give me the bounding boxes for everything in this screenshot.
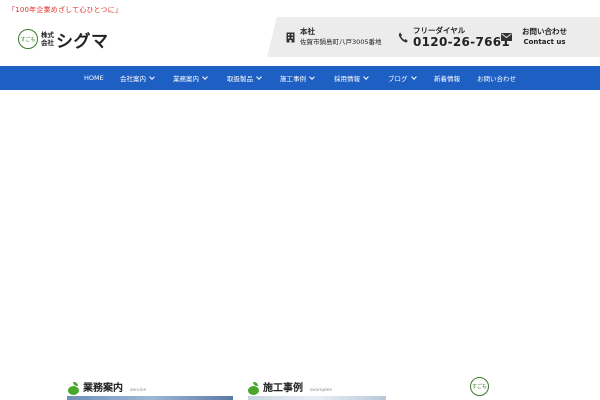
office-address: 佐賀市鍋島町八戸3005番地 [300, 38, 382, 46]
chevron-down-icon [202, 74, 208, 80]
header-info-bar: 本社 佐賀市鍋島町八戸3005番地 フリーダイヤル 0120-26-7661 お… [267, 17, 600, 57]
nav-item-label: 取扱製品 [227, 75, 253, 83]
chevron-down-icon [410, 74, 417, 80]
service-subtitle: service [130, 388, 147, 393]
logo-kabushiki-bottom: 会社 [41, 39, 54, 47]
nav-item-blog[interactable]: ブログ [388, 66, 417, 90]
apple-icon [68, 382, 80, 395]
hero-area [0, 90, 600, 370]
examples-section-heading: 施工事例 examples [248, 377, 332, 395]
logo-kabushiki-top: 株式 [41, 31, 54, 39]
chevron-down-icon [256, 74, 262, 80]
chevron-down-icon [149, 74, 155, 80]
nav-item-company[interactable]: 会社案内 [120, 66, 155, 90]
service-title: 業務案内 [83, 383, 123, 394]
sugomo-badge-icon[interactable]: すごも [470, 377, 489, 396]
chevron-down-icon [363, 74, 369, 80]
nav-item-news[interactable]: 新着情報 [434, 66, 460, 90]
phone-info[interactable]: フリーダイヤル 0120-26-7661 [397, 17, 510, 57]
examples-image[interactable] [248, 396, 386, 400]
contact-info[interactable]: お問い合わせ Contact us [500, 17, 567, 57]
chevron-down-icon [309, 74, 315, 80]
phone-title: フリーダイヤル [413, 25, 466, 35]
nav-item-label: お問い合わせ [477, 75, 516, 83]
nav-item-home[interactable]: HOME [84, 66, 104, 90]
office-info: 本社 佐賀市鍋島町八戸3005番地 [284, 17, 382, 57]
nav-item-label: 採用情報 [334, 75, 360, 83]
nav-item-contact[interactable]: お問い合わせ [477, 66, 516, 90]
nav-item-label: 会社案内 [120, 75, 146, 83]
logo-company-name: シグマ [56, 31, 109, 52]
nav-item-label: HOME [84, 74, 104, 82]
mail-icon [500, 33, 512, 41]
company-logo[interactable]: すごも 株式 会社 シグマ [18, 27, 109, 52]
phone-number[interactable]: 0120-26-7661 [413, 35, 510, 49]
nav-item-label: ブログ [388, 75, 408, 83]
office-title: 本社 [300, 27, 315, 36]
nav-item-label: 業務案内 [173, 75, 199, 83]
examples-subtitle: examples [310, 388, 332, 393]
examples-title: 施工事例 [263, 383, 303, 394]
contact-title: お問い合わせ [522, 27, 567, 36]
main-nav: HOME 会社案内 業務案内 取扱製品 施工事例 採用情報 ブログ 新着情報 お… [0, 66, 600, 90]
building-icon [284, 32, 296, 43]
apple-icon [248, 382, 260, 395]
service-image[interactable] [67, 396, 233, 400]
logo-mark-icon: すごも [18, 29, 38, 49]
service-section-heading: 業務案内 service [68, 377, 146, 395]
contact-subtitle: Contact us [523, 38, 566, 46]
logo-kabushiki: 株式 会社 [41, 31, 54, 47]
nav-item-products[interactable]: 取扱製品 [227, 66, 262, 90]
tagline: 「100年企業めざして心ひとつに」 [8, 6, 123, 14]
nav-item-label: 新着情報 [434, 75, 460, 83]
nav-item-service[interactable]: 業務案内 [173, 66, 208, 90]
nav-item-label: 施工事例 [280, 75, 306, 83]
nav-item-examples[interactable]: 施工事例 [280, 66, 315, 90]
nav-item-recruit[interactable]: 採用情報 [334, 66, 369, 90]
phone-icon [397, 32, 409, 43]
